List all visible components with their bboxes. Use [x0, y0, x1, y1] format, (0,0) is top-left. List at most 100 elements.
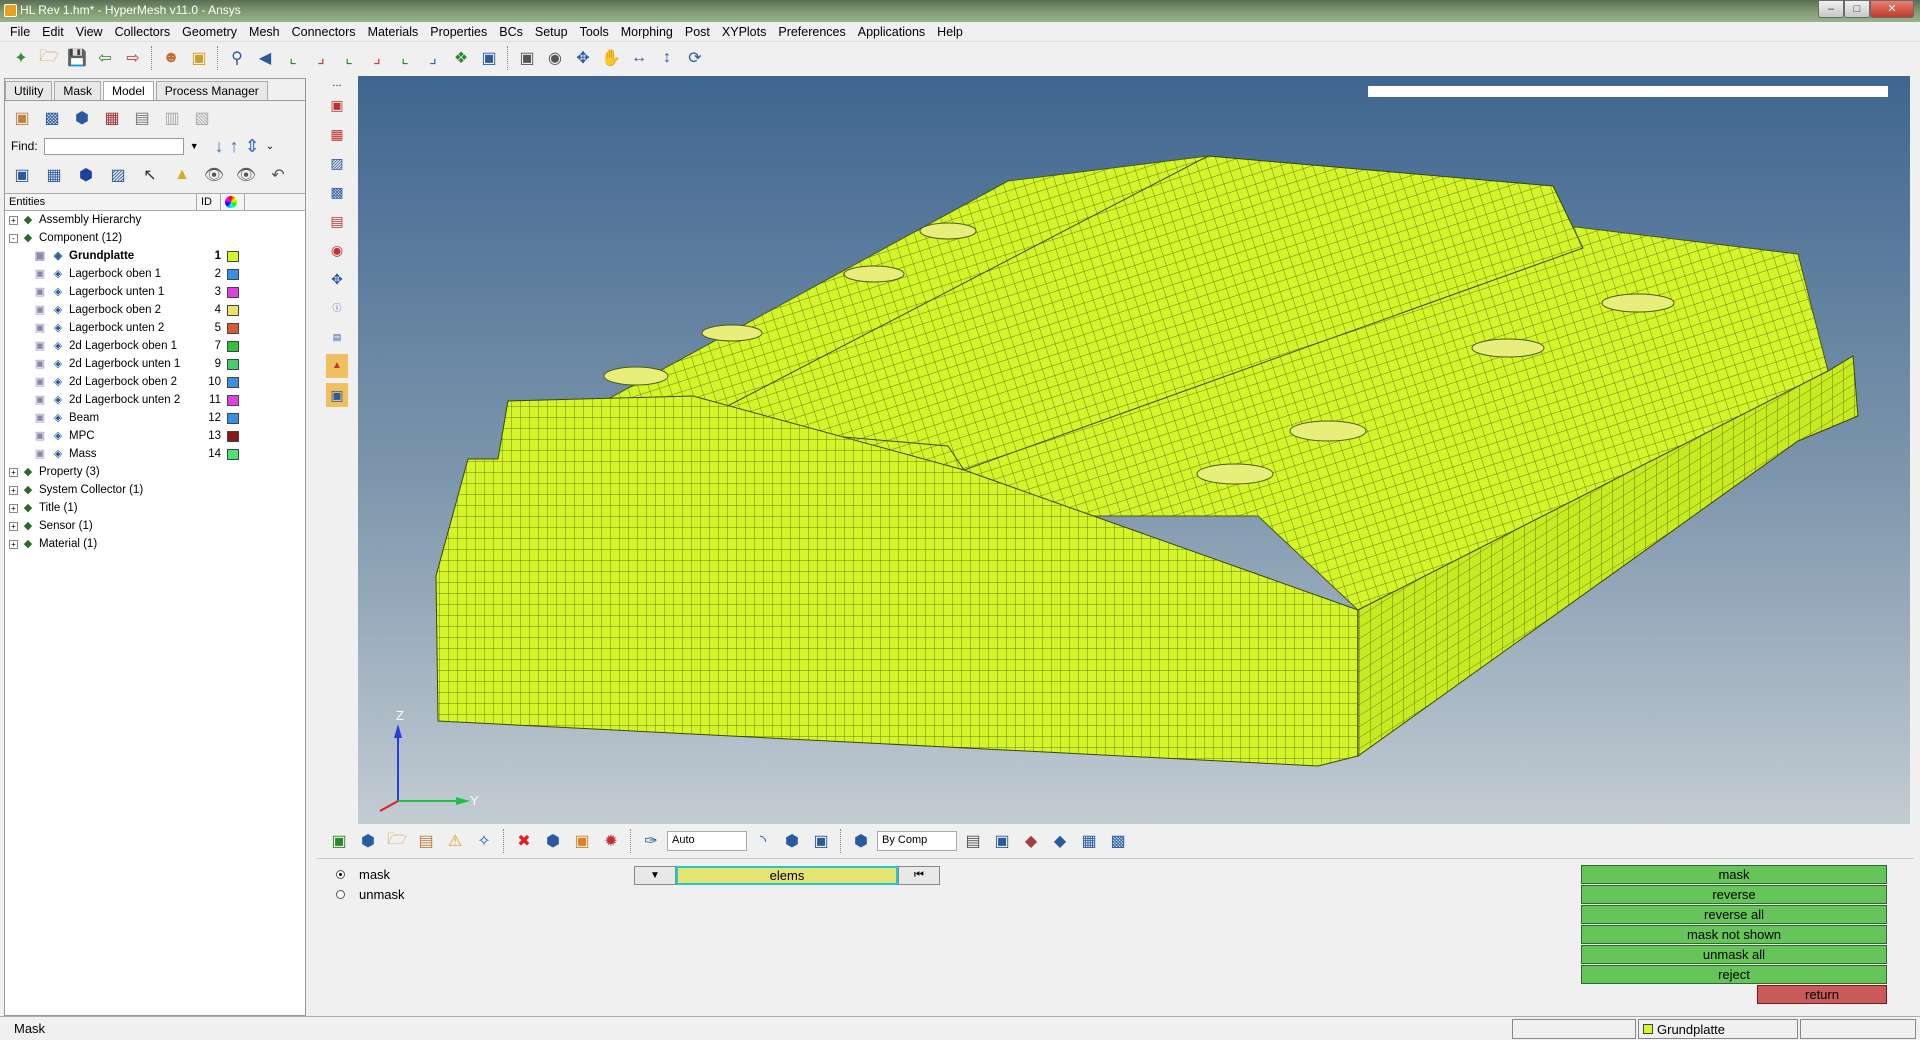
menu-materials[interactable]: Materials — [368, 25, 419, 39]
checkbox-icon[interactable]: ▣ — [33, 394, 47, 406]
tab-utility[interactable]: Utility — [5, 81, 53, 100]
move-vertical-icon[interactable]: ↕ — [654, 46, 680, 70]
color-swatch[interactable] — [227, 448, 239, 460]
menu-help[interactable]: Help — [937, 25, 963, 39]
tree-component[interactable]: ▣ ◈ Lagerbock unten 2 5 — [5, 319, 305, 337]
checkbox-icon[interactable]: ▣ — [33, 268, 47, 280]
color-swatch[interactable] — [227, 250, 239, 262]
tree-folder[interactable]: + ◆ Assembly Hierarchy — [5, 211, 305, 229]
element-shrink-icon[interactable]: ▦ — [1076, 829, 1102, 853]
menu-bcs[interactable]: BCs — [499, 25, 523, 39]
color-swatch[interactable] — [227, 430, 239, 442]
property-view-icon[interactable]: ⬢ — [69, 106, 95, 130]
tab-model[interactable]: Model — [103, 81, 154, 100]
monitor-icon[interactable]: ▩ — [1105, 829, 1131, 853]
cube-icon[interactable]: ▣ — [808, 829, 834, 853]
plane-icon[interactable]: ▨ — [326, 151, 348, 175]
checkbox-icon[interactable]: ▣ — [33, 412, 47, 424]
menu-setup[interactable]: Setup — [535, 25, 568, 39]
view-xz-back-icon[interactable]: ⌟ — [420, 46, 446, 70]
tree-component[interactable]: ▣ ◈ MPC 13 — [5, 427, 305, 445]
material-view-icon[interactable]: ▦ — [99, 106, 125, 130]
wireframe-elements-icon[interactable]: ▤ — [960, 829, 986, 853]
color-swatch[interactable] — [227, 304, 239, 316]
view-xy-bottom-icon[interactable]: ⌟ — [308, 46, 334, 70]
tree-component[interactable]: ▣ ◈ Grundplatte 1 — [5, 247, 305, 265]
import-icon[interactable]: ⇦ — [92, 46, 118, 70]
display-mode-dropdown[interactable]: Auto — [667, 831, 747, 851]
mask-not-shown-button[interactable]: mask not shown — [1581, 925, 1887, 944]
display-mode-icon[interactable]: ✑ — [638, 829, 664, 853]
export-icon[interactable]: ⇨ — [120, 46, 146, 70]
tree-component[interactable]: ▣ ◈ Lagerbock oben 2 4 — [5, 301, 305, 319]
collector-icon[interactable]: ⬢ — [355, 829, 381, 853]
menu-connectors[interactable]: Connectors — [292, 25, 356, 39]
menu-morphing[interactable]: Morphing — [621, 25, 673, 39]
menu-edit[interactable]: Edit — [42, 25, 64, 39]
tree-component[interactable]: ▣ ◈ Mass 14 — [5, 445, 305, 463]
entity-type-dropdown[interactable]: ▼ — [634, 866, 676, 885]
color-swatch[interactable] — [227, 376, 239, 388]
graphics-viewport[interactable]: Z Y — [358, 76, 1910, 824]
tree-folder[interactable]: - ◆ Component (12) — [5, 229, 305, 247]
loadcol-icon[interactable]: ▤ — [413, 829, 439, 853]
find-dropdown-icon[interactable]: ▼ — [190, 141, 199, 151]
tree-component[interactable]: ▣ ◈ Beam 12 — [5, 409, 305, 427]
isolate-icon[interactable]: ▲ — [169, 163, 195, 187]
menu-file[interactable]: File — [10, 25, 30, 39]
display-only-icon[interactable]: ▦ — [41, 163, 67, 187]
tree-component[interactable]: ▣ ◈ Lagerbock unten 1 3 — [5, 283, 305, 301]
tree-component[interactable]: ▣ ◈ 2d Lagerbock oben 2 10 — [5, 373, 305, 391]
mask-elements-icon[interactable]: ▣ — [326, 93, 348, 117]
color-mode-icon[interactable]: ⬢ — [848, 829, 874, 853]
view-iso-icon[interactable]: ❖ — [448, 46, 474, 70]
label-active-icon[interactable]: ▲ — [326, 354, 348, 378]
menu-preferences[interactable]: Preferences — [778, 25, 845, 39]
component-icon[interactable]: ▣ — [326, 829, 352, 853]
axis-icon[interactable]: ✧ — [471, 829, 497, 853]
elements-icon[interactable]: ▤ — [326, 209, 348, 233]
color-swatch[interactable] — [227, 394, 239, 406]
tab-mask[interactable]: Mask — [54, 81, 102, 100]
expand-toggle-icon[interactable]: + — [9, 467, 18, 477]
radio-unmask[interactable]: unmask — [336, 887, 405, 902]
mask-button[interactable]: mask — [1581, 865, 1887, 884]
new-model-icon[interactable]: ✦ — [8, 46, 34, 70]
reverse-all-button[interactable]: reverse all — [1581, 905, 1887, 924]
tree-component[interactable]: ▣ ◈ 2d Lagerbock oben 1 7 — [5, 337, 305, 355]
user-profile-icon[interactable]: ☻ — [158, 46, 184, 70]
pan-icon[interactable]: ✋ — [598, 46, 624, 70]
find-input[interactable] — [43, 137, 184, 155]
menu-mesh[interactable]: Mesh — [249, 25, 280, 39]
color-swatch[interactable] — [227, 268, 239, 280]
expand-toggle-icon[interactable]: + — [9, 485, 18, 495]
tab-process-manager[interactable]: Process Manager — [155, 81, 268, 100]
checkbox-icon[interactable]: ▣ — [33, 430, 47, 442]
mask-tool-icon[interactable]: ⬢ — [540, 829, 566, 853]
tree-component[interactable]: ▣ ◈ Lagerbock oben 1 2 — [5, 265, 305, 283]
plane-display-icon[interactable]: ◆ — [1047, 829, 1073, 853]
current-component[interactable]: Grundplatte — [1638, 1019, 1798, 1039]
col-id[interactable]: ID — [197, 194, 221, 210]
drag-handle-icon[interactable]: … — [326, 79, 348, 89]
color-mode-dropdown[interactable]: By Comp — [877, 831, 957, 851]
menu-post[interactable]: Post — [685, 25, 710, 39]
wireframe-icon[interactable]: ▨ — [105, 163, 131, 187]
find-icon[interactable]: ▣ — [569, 829, 595, 853]
checkbox-icon[interactable]: ▣ — [33, 376, 47, 388]
shaded-elements-icon[interactable]: ▣ — [989, 829, 1015, 853]
menu-collectors[interactable]: Collectors — [115, 25, 171, 39]
tree-component[interactable]: ▣ ◈ 2d Lagerbock unten 2 11 — [5, 391, 305, 409]
view-xz-front-icon[interactable]: ⌞ — [392, 46, 418, 70]
select-pointer-icon[interactable]: ↖ — [137, 163, 163, 187]
mask-toggle-icon[interactable]: ▦ — [326, 122, 348, 146]
col-color[interactable] — [221, 194, 245, 210]
save-model-icon[interactable]: 💾 — [64, 46, 90, 70]
color-swatch[interactable] — [227, 340, 239, 352]
warning-icon[interactable]: ⚠ — [442, 829, 468, 853]
menu-applications[interactable]: Applications — [858, 25, 925, 39]
trans-icon[interactable]: ✹ — [598, 829, 624, 853]
view-yz-right-icon[interactable]: ⌟ — [364, 46, 390, 70]
checkbox-icon[interactable]: ▣ — [33, 286, 47, 298]
menu-view[interactable]: View — [76, 25, 103, 39]
